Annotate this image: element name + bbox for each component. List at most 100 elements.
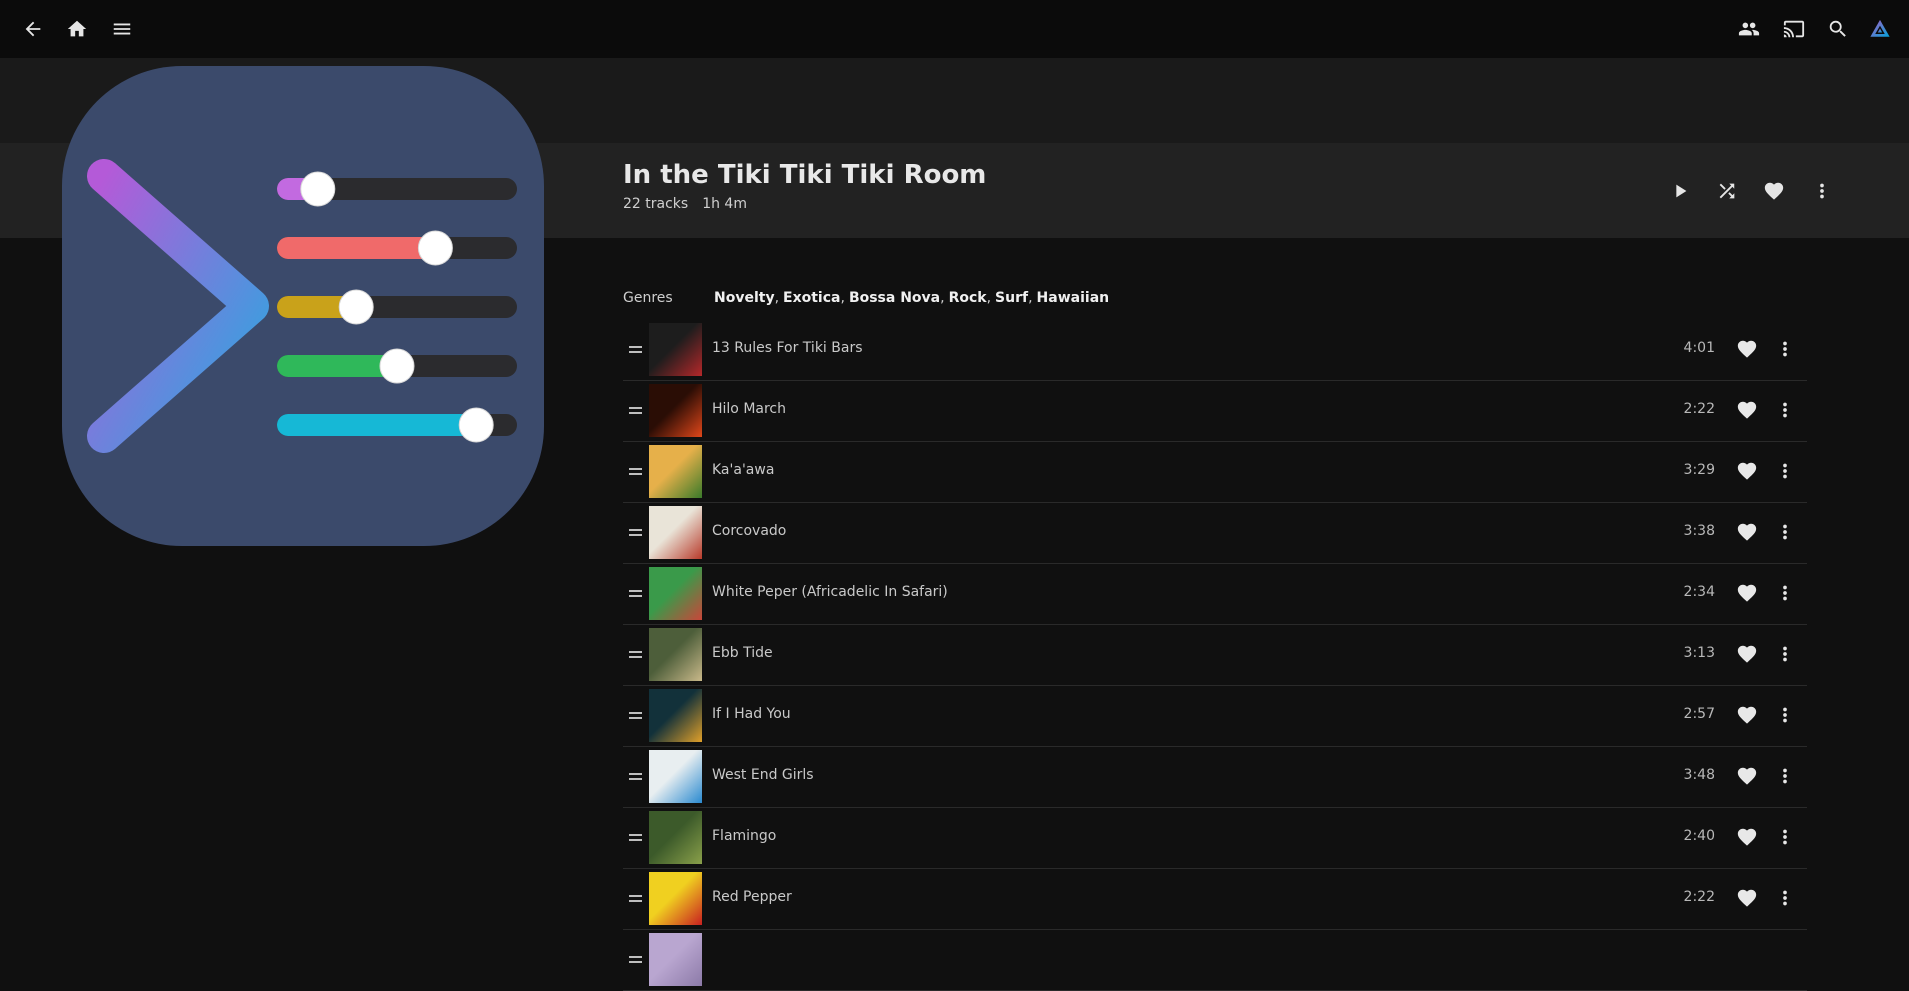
genre-link[interactable]: Rock (949, 290, 987, 306)
track-row[interactable]: If I Had You 2:57 (623, 686, 1807, 747)
track-row[interactable]: White Peper (Africadelic In Safari) 2:34 (623, 564, 1807, 625)
sync-play-button[interactable] (1729, 9, 1769, 49)
track-name[interactable]: Ka'a'awa (712, 462, 774, 478)
track-more-button[interactable] (1773, 764, 1797, 788)
play-button[interactable] (1662, 173, 1698, 209)
drag-handle-icon[interactable] (627, 646, 645, 664)
drag-handle-icon[interactable] (627, 341, 645, 359)
track-favorite-button[interactable] (1735, 459, 1759, 483)
track-name[interactable]: Ebb Tide (712, 645, 773, 661)
drag-handle-icon[interactable] (627, 402, 645, 420)
slider-knob (379, 348, 415, 384)
menu-button[interactable] (102, 9, 142, 49)
user-button[interactable] (1860, 9, 1900, 49)
track-thumbnail[interactable] (649, 323, 702, 376)
track-thumbnail[interactable] (649, 628, 702, 681)
shuffle-button[interactable] (1709, 173, 1745, 209)
track-favorite-button[interactable] (1735, 886, 1759, 910)
genre-link[interactable]: Surf (995, 290, 1028, 306)
track-name[interactable]: West End Girls (712, 767, 814, 783)
track-more-button[interactable] (1773, 642, 1797, 666)
drag-handle-icon[interactable] (627, 829, 645, 847)
track-favorite-button[interactable] (1735, 764, 1759, 788)
track-list: 13 Rules For Tiki Bars 4:01 Hilo March 2:22… (623, 320, 1807, 991)
track-more-button[interactable] (1773, 703, 1797, 727)
genre-separator: , (986, 290, 992, 306)
favorite-icon (1737, 584, 1757, 602)
track-favorite-button[interactable] (1735, 825, 1759, 849)
track-row[interactable]: Red Pepper 2:22 (623, 869, 1807, 930)
drag-handle-icon[interactable] (627, 463, 645, 481)
search-button[interactable] (1818, 9, 1858, 49)
track-name[interactable]: White Peper (Africadelic In Safari) (712, 584, 948, 600)
track-name[interactable]: 13 Rules For Tiki Bars (712, 340, 863, 356)
track-thumbnail[interactable] (649, 811, 702, 864)
track-duration: 2:34 (1683, 584, 1715, 600)
track-thumbnail[interactable] (649, 689, 702, 742)
track-name[interactable]: Red Pepper (712, 889, 792, 905)
track-favorite-button[interactable] (1735, 337, 1759, 361)
genre-link[interactable]: Novelty (714, 290, 775, 306)
drag-handle-icon[interactable] (627, 890, 645, 908)
more-vert-icon (1820, 183, 1824, 199)
track-row[interactable] (623, 930, 1807, 991)
track-name[interactable]: Flamingo (712, 828, 776, 844)
track-row[interactable]: Ka'a'awa 3:29 (623, 442, 1807, 503)
track-name[interactable]: Hilo March (712, 401, 786, 417)
track-thumbnail[interactable] (649, 506, 702, 559)
genres-label: Genres (623, 290, 673, 306)
genre-link[interactable]: Bossa Nova (849, 290, 940, 306)
track-favorite-button[interactable] (1735, 581, 1759, 605)
track-favorite-button[interactable] (1735, 398, 1759, 422)
track-thumbnail[interactable] (649, 872, 702, 925)
jellyfin-user-icon (1870, 19, 1890, 37)
track-more-button[interactable] (1773, 520, 1797, 544)
favorite-icon (1737, 340, 1757, 358)
track-thumbnail[interactable] (649, 384, 702, 437)
back-button[interactable] (13, 9, 53, 49)
favorite-button[interactable] (1756, 173, 1792, 209)
track-thumbnail[interactable] (649, 750, 702, 803)
home-button[interactable] (57, 9, 97, 49)
track-thumbnail[interactable] (649, 933, 702, 986)
track-more-button[interactable] (1773, 337, 1797, 361)
album-cover (62, 66, 544, 546)
track-duration: 3:38 (1683, 523, 1715, 539)
track-thumbnail[interactable] (649, 445, 702, 498)
cast-button[interactable] (1774, 9, 1814, 49)
favorite-icon (1764, 182, 1784, 200)
top-bar (0, 0, 1909, 58)
track-more-button[interactable] (1773, 398, 1797, 422)
track-thumbnail[interactable] (649, 567, 702, 620)
drag-handle-icon[interactable] (627, 524, 645, 542)
track-row[interactable]: Hilo March 2:22 (623, 381, 1807, 442)
track-more-button[interactable] (1773, 886, 1797, 910)
drag-handle-icon[interactable] (627, 951, 645, 969)
track-row[interactable]: Flamingo 2:40 (623, 808, 1807, 869)
more-vert-icon (1783, 646, 1787, 662)
genres-row: Genres Novelty, Exotica, Bossa Nova, Rock, Su… (623, 290, 1109, 306)
track-more-button[interactable] (1773, 825, 1797, 849)
slider-knob (300, 171, 336, 207)
genre-separator: , (774, 290, 780, 306)
track-favorite-button[interactable] (1735, 520, 1759, 544)
favorite-icon (1737, 462, 1757, 480)
track-name[interactable]: Corcovado (712, 523, 786, 539)
more-options-button[interactable] (1804, 173, 1840, 209)
track-row[interactable]: West End Girls 3:48 (623, 747, 1807, 808)
genre-link[interactable]: Hawaiian (1037, 290, 1110, 306)
track-more-button[interactable] (1773, 459, 1797, 483)
track-duration: 3:29 (1683, 462, 1715, 478)
track-row[interactable]: 13 Rules For Tiki Bars 4:01 (623, 320, 1807, 381)
track-row[interactable]: Corcovado 3:38 (623, 503, 1807, 564)
track-favorite-button[interactable] (1735, 703, 1759, 727)
drag-handle-icon[interactable] (627, 707, 645, 725)
more-vert-icon (1783, 829, 1787, 845)
track-more-button[interactable] (1773, 581, 1797, 605)
drag-handle-icon[interactable] (627, 585, 645, 603)
track-favorite-button[interactable] (1735, 642, 1759, 666)
drag-handle-icon[interactable] (627, 768, 645, 786)
track-row[interactable]: Ebb Tide 3:13 (623, 625, 1807, 686)
track-name[interactable]: If I Had You (712, 706, 791, 722)
genre-link[interactable]: Exotica (783, 290, 840, 306)
